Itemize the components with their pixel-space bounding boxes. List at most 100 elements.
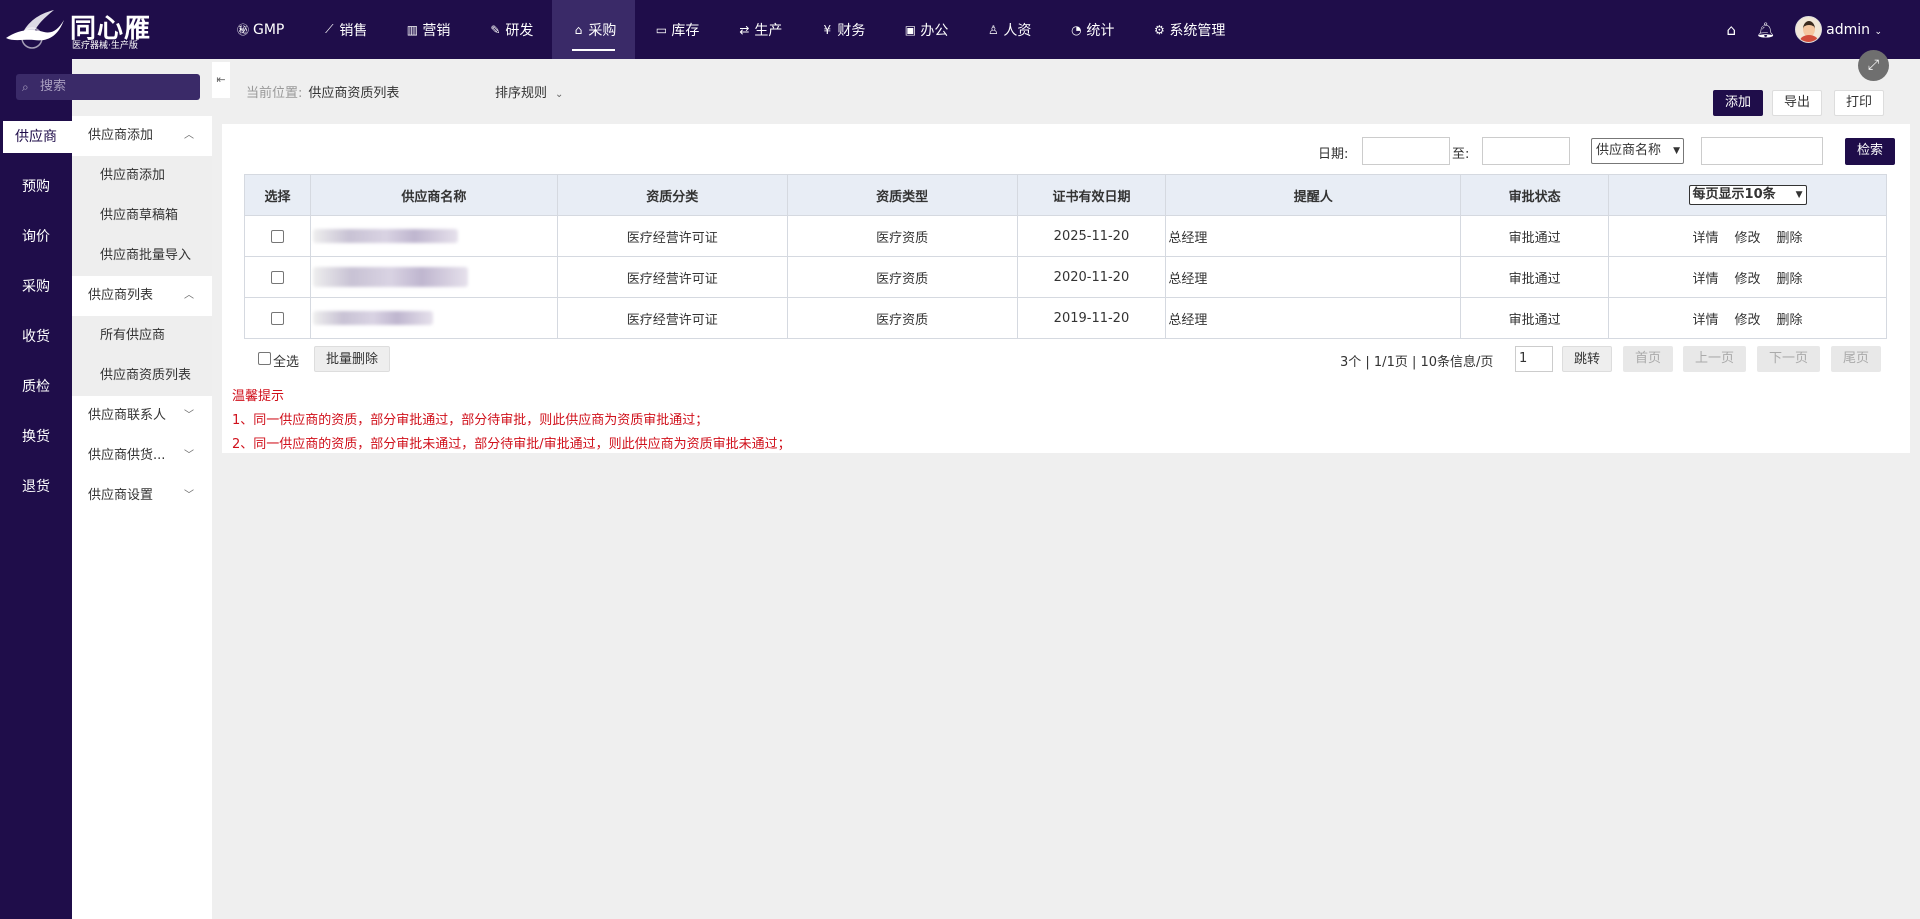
- nav-system[interactable]: ⚙ 系统管理: [1133, 0, 1244, 59]
- sidebar-item-qc[interactable]: 质检: [0, 371, 72, 403]
- breadcrumb-label: 当前位置:: [246, 86, 303, 101]
- briefcase-icon: ▣: [904, 22, 917, 37]
- breadcrumb: 当前位置: 供应商资质列表: [246, 82, 399, 101]
- cell-status: 审批通过: [1460, 297, 1610, 339]
- nav-statistics[interactable]: ◔ 统计: [1050, 0, 1133, 59]
- sidebar-item-receiving[interactable]: 收货: [0, 321, 72, 353]
- sidebar-item-supplier[interactable]: 供应商: [0, 121, 72, 153]
- nav-label: 销售: [339, 22, 368, 39]
- qualification-table: 选择 供应商名称 资质分类 资质类型 证书有效日期 提醒人 审批状态 每页显示1…: [244, 174, 1887, 339]
- table-header-row: 选择 供应商名称 资质分类 资质类型 证书有效日期 提醒人 审批状态 每页显示1…: [244, 174, 1887, 216]
- nav-hr[interactable]: ♙ 人资: [967, 0, 1050, 59]
- select-all-checkbox[interactable]: [258, 352, 271, 365]
- nav-purchase[interactable]: ⌂ 采购: [552, 0, 636, 59]
- chevron-down-icon: ﹀: [184, 450, 194, 461]
- logo[interactable]: 同心雁 医疗器械·生产版: [0, 0, 170, 59]
- nav-label: 统计: [1086, 22, 1115, 39]
- prev-page-button[interactable]: 上一页: [1683, 346, 1746, 372]
- cell-type: 医疗资质: [786, 256, 1018, 298]
- search-input[interactable]: ⌕ 搜索: [16, 74, 200, 100]
- cell-reminder: 总经理: [1165, 297, 1462, 339]
- research-icon: ✎: [490, 22, 501, 37]
- last-page-button[interactable]: 尾页: [1831, 346, 1881, 372]
- cell-category: 医疗经营许可证: [556, 256, 788, 298]
- submenu-group-label: 供应商联系人: [88, 408, 167, 423]
- home-icon[interactable]: ⌂: [1727, 21, 1737, 39]
- jump-button[interactable]: 跳转: [1562, 346, 1612, 372]
- avatar[interactable]: [1795, 16, 1823, 43]
- nav-label: 营销: [422, 22, 451, 39]
- search-field-select[interactable]: 供应商名称 ▼: [1591, 138, 1684, 164]
- submenu-item-supplier-import[interactable]: 供应商批量导入: [72, 236, 212, 276]
- sidebar-item-purchase[interactable]: 采购: [0, 271, 72, 303]
- delete-link[interactable]: 删除: [1777, 231, 1803, 246]
- edit-link[interactable]: 修改: [1735, 231, 1761, 246]
- add-button[interactable]: 添加: [1713, 90, 1763, 116]
- sidebar-item-return[interactable]: 退货: [0, 471, 72, 503]
- production-icon: ⇄: [739, 22, 750, 37]
- col-status: 审批状态: [1460, 174, 1610, 216]
- row-checkbox[interactable]: [270, 270, 284, 284]
- sidebar-item-inquiry[interactable]: 询价: [0, 221, 72, 253]
- collapse-sidebar-icon[interactable]: ⇤: [212, 62, 230, 98]
- date-from-field[interactable]: [1362, 137, 1450, 165]
- submenu-item-qualification-list[interactable]: 供应商资质列表: [72, 356, 212, 396]
- next-page-button[interactable]: 下一页: [1757, 346, 1820, 372]
- nav-research[interactable]: ✎ 研发: [469, 0, 552, 59]
- chevron-down-icon: ▼: [1795, 190, 1803, 200]
- fullscreen-icon[interactable]: ⤢: [1858, 50, 1889, 81]
- submenu-group-label: 供应商添加: [88, 128, 154, 143]
- cell-type: 医疗资质: [786, 215, 1018, 257]
- date-to-field[interactable]: [1482, 137, 1570, 165]
- submenu-item-supplier-add[interactable]: 供应商添加: [72, 156, 212, 196]
- nav-office[interactable]: ▣ 办公: [884, 0, 967, 59]
- page-size-value: 每页显示10条: [1692, 187, 1776, 202]
- sales-chart-icon: ⟋: [325, 22, 334, 36]
- delete-link[interactable]: 删除: [1777, 272, 1803, 287]
- page-size-select[interactable]: 每页显示10条 ▼: [1688, 185, 1807, 205]
- nav-marketing[interactable]: ▥ 营销: [386, 0, 469, 59]
- nav-label: 采购: [588, 22, 617, 39]
- row-checkbox[interactable]: [270, 311, 284, 325]
- submenu-group-settings[interactable]: 供应商设置 ﹀: [72, 476, 212, 516]
- edit-link[interactable]: 修改: [1735, 313, 1761, 328]
- export-button[interactable]: 导出: [1772, 90, 1822, 116]
- nav-gmp[interactable]: ㊙ GMP: [217, 0, 303, 59]
- detail-link[interactable]: 详情: [1693, 313, 1719, 328]
- delete-link[interactable]: 删除: [1777, 313, 1803, 328]
- sidebar-item-exchange[interactable]: 换货: [0, 421, 72, 453]
- row-checkbox[interactable]: [270, 229, 284, 243]
- nav-production[interactable]: ⇄ 生产: [718, 0, 801, 59]
- search-button[interactable]: 检索: [1845, 138, 1895, 165]
- sidebar-item-prepurchase[interactable]: 预购: [0, 171, 72, 203]
- keyword-field[interactable]: [1701, 137, 1823, 165]
- user-icon: ♙: [987, 22, 999, 37]
- batch-delete-button[interactable]: 批量删除: [314, 346, 390, 372]
- first-page-button[interactable]: 首页: [1623, 346, 1673, 372]
- chevron-up-icon: ︿: [184, 290, 194, 301]
- brand-subtitle: 医疗器械·生产版: [72, 41, 138, 51]
- user-menu[interactable]: admin ⌄: [1826, 22, 1882, 38]
- username: admin: [1826, 21, 1870, 38]
- submenu-group-supplier-list[interactable]: 供应商列表 ︿: [72, 276, 212, 316]
- print-button[interactable]: 打印: [1834, 90, 1884, 116]
- detail-link[interactable]: 详情: [1693, 231, 1719, 246]
- submenu-group-contacts[interactable]: 供应商联系人 ﹀: [72, 396, 212, 436]
- col-supplier-name: 供应商名称: [309, 174, 558, 216]
- detail-link[interactable]: 详情: [1693, 272, 1719, 287]
- submenu-group-supply[interactable]: 供应商供货... ﹀: [72, 436, 212, 476]
- nav-finance[interactable]: ¥ 财务: [801, 0, 884, 59]
- nav-sales[interactable]: ⟋ 销售: [303, 0, 386, 59]
- cell-expiry: 2020-11-20: [1016, 256, 1167, 298]
- bell-icon[interactable]: 🔔︎: [1756, 21, 1775, 39]
- cell-reminder: 总经理: [1165, 256, 1462, 298]
- submenu-group-supplier-add[interactable]: 供应商添加 ︿: [72, 116, 212, 156]
- sort-dropdown[interactable]: 排序规则 ⌄: [495, 82, 563, 101]
- submenu-item-supplier-drafts[interactable]: 供应商草稿箱: [72, 196, 212, 236]
- nav-inventory[interactable]: ▭ 库存: [635, 0, 718, 59]
- cell-expiry: 2019-11-20: [1016, 297, 1167, 339]
- page-number-input[interactable]: 1: [1515, 346, 1553, 372]
- edit-link[interactable]: 修改: [1735, 272, 1761, 287]
- submenu-item-all-suppliers[interactable]: 所有供应商: [72, 316, 212, 356]
- cell-type: 医疗资质: [786, 297, 1018, 339]
